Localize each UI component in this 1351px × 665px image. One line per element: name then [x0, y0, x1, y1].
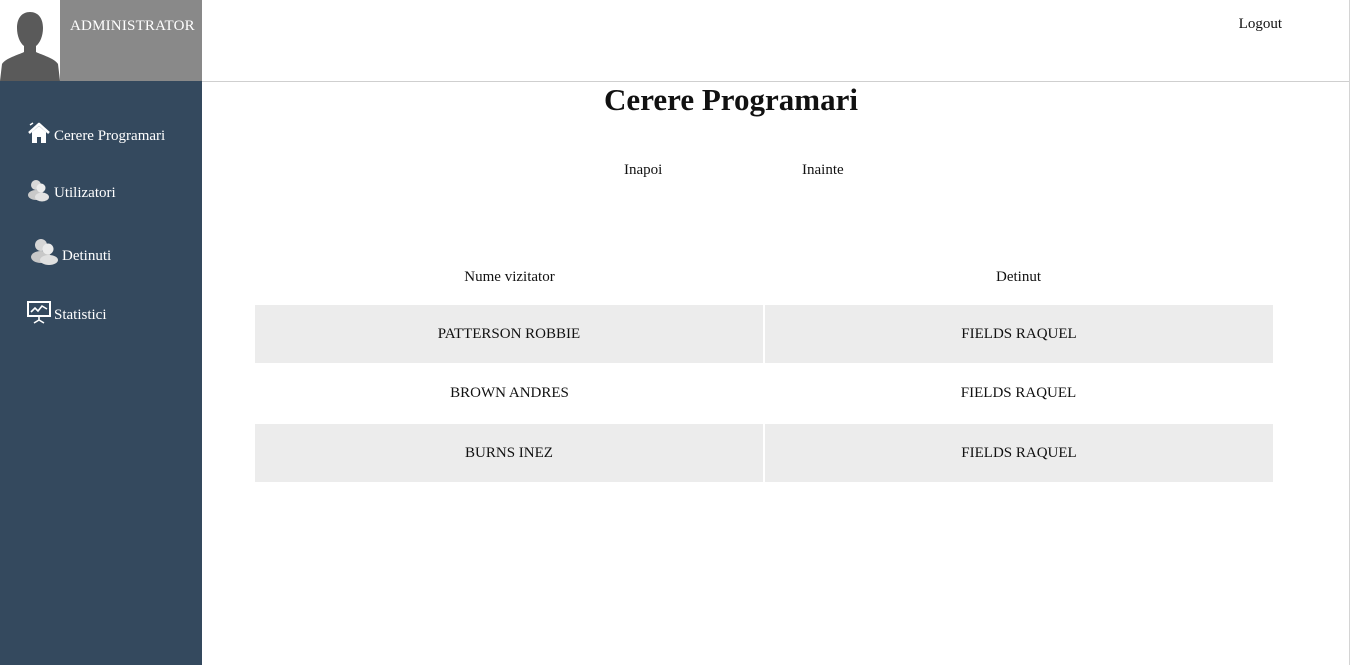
sidebar-item-statistici[interactable]: Statistici	[26, 300, 107, 324]
sidebar-item-utilizatori[interactable]: Utilizatori	[26, 178, 116, 202]
user-block: ADMINISTRATOR	[0, 0, 202, 81]
detainee-name-cell: FIELDS RAQUEL	[764, 363, 1273, 424]
appointments-table-wrap: Nume vizitator Detinut PATTERSON ROBBIE …	[255, 249, 1273, 482]
sidebar-item-label: Utilizatori	[54, 185, 116, 201]
avatar	[0, 0, 60, 81]
table-header-row: Nume vizitator Detinut	[255, 249, 1273, 305]
sidebar-item-label: Statistici	[54, 307, 107, 323]
user-name: ADMINISTRATOR	[70, 18, 195, 34]
presentation-chart-icon	[26, 300, 52, 324]
detainee-name-cell: FIELDS RAQUEL	[764, 424, 1273, 482]
appointments-table: Nume vizitator Detinut PATTERSON ROBBIE …	[255, 249, 1273, 482]
table-row[interactable]: BURNS INEZ FIELDS RAQUEL	[255, 424, 1273, 482]
next-page-link[interactable]: Inainte	[802, 162, 844, 179]
sidebar: Cerere Programari Utilizatori Detinuti S…	[0, 81, 202, 665]
user-silhouette-icon	[0, 12, 60, 81]
visitor-name-cell: BROWN ANDRES	[255, 363, 764, 424]
sidebar-item-cerere-programari[interactable]: Cerere Programari	[26, 121, 165, 145]
visitor-name-cell: PATTERSON ROBBIE	[255, 305, 765, 363]
sidebar-item-label: Detinuti	[62, 248, 112, 264]
home-icon	[26, 121, 52, 145]
logout-link[interactable]: Logout	[1239, 16, 1282, 33]
table-row[interactable]: PATTERSON ROBBIE FIELDS RAQUEL	[255, 305, 1273, 363]
page-right-border	[1349, 0, 1350, 665]
top-header: Logout	[202, 0, 1349, 82]
column-header-detainee: Detinut	[996, 268, 1041, 285]
column-header-visitor: Nume vizitator	[464, 268, 555, 285]
main-content: Cerere Programari Inapoi Inainte Nume vi…	[202, 82, 1349, 665]
group-icon	[30, 237, 60, 265]
detainee-name-cell: FIELDS RAQUEL	[764, 305, 1273, 363]
table-row[interactable]: BROWN ANDRES FIELDS RAQUEL	[255, 363, 1273, 424]
visitor-name-cell: BURNS INEZ	[255, 424, 765, 482]
prev-page-link[interactable]: Inapoi	[624, 162, 662, 179]
sidebar-item-label: Cerere Programari	[54, 128, 166, 144]
sidebar-item-detinuti[interactable]: Detinuti	[30, 237, 111, 265]
users-icon	[26, 178, 52, 202]
page-title: Cerere Programari	[604, 82, 858, 117]
app-root: ADMINISTRATOR Logout Cerere Programari U…	[0, 0, 1351, 665]
